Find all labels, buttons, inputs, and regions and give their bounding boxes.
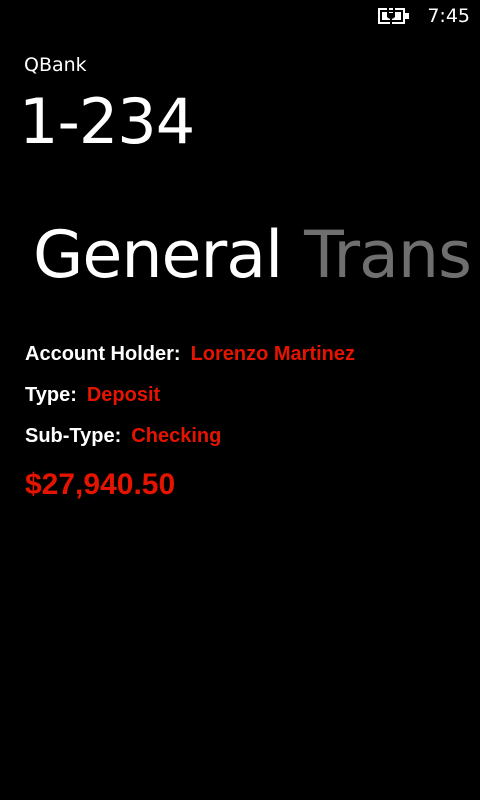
account-holder-value: Lorenzo Martinez	[190, 343, 356, 365]
status-bar: 7:45	[0, 0, 480, 32]
subtype-label: Sub-Type:	[25, 425, 122, 447]
subtype-value: Checking	[131, 425, 222, 447]
page-title: 1-234	[19, 85, 195, 158]
type-value: Deposit	[86, 384, 161, 406]
battery-charging-icon	[378, 7, 409, 25]
type-row: Type: Deposit	[25, 381, 465, 422]
account-holder-label: Account Holder:	[25, 343, 181, 365]
status-time: 7:45	[427, 5, 470, 27]
balance-amount: $27,940.50	[25, 468, 176, 501]
subtype-row: Sub-Type: Checking	[25, 422, 465, 463]
account-holder-row: Account Holder: Lorenzo Martinez	[25, 340, 465, 381]
pivot-header-transactions[interactable]: Transa	[304, 216, 469, 296]
account-details: Account Holder: Lorenzo Martinez Type: Dep…	[25, 340, 465, 505]
type-label: Type:	[25, 384, 77, 406]
pivot-headers: General Transa	[33, 216, 469, 300]
app-title: QBank	[24, 54, 87, 76]
pivot-header-general[interactable]: General	[33, 216, 283, 296]
